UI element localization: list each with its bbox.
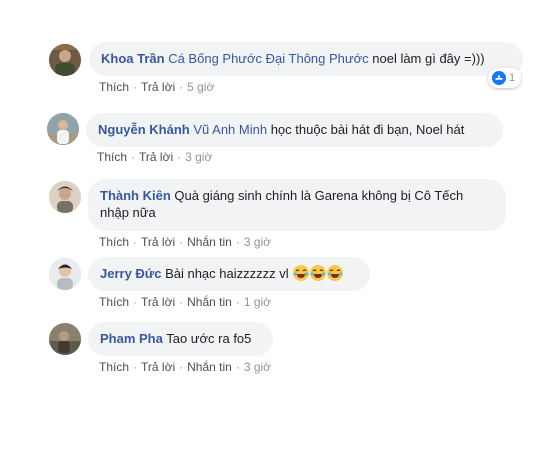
comment-actions: Thích · Trả lời · Nhắn tin · 3 giờ: [99, 235, 271, 249]
separator-dot: ·: [133, 295, 138, 309]
separator-dot: ·: [133, 235, 138, 249]
avatar[interactable]: [49, 323, 81, 355]
comment-time[interactable]: 3 giờ: [244, 360, 271, 374]
separator-dot: ·: [235, 235, 240, 249]
comment-text: Tao ước ra fo5: [162, 331, 252, 346]
comment-time[interactable]: 3 giờ: [185, 150, 212, 164]
comment-bubble: Thành Kiên Quà giáng sinh chính là Garen…: [88, 179, 506, 231]
like-link[interactable]: Thích: [99, 80, 129, 94]
reply-link[interactable]: Trả lời: [141, 80, 175, 94]
reply-link[interactable]: Trả lời: [141, 235, 175, 249]
comment-text: noel làm gì đây =))): [368, 51, 485, 66]
separator-dot: ·: [133, 360, 138, 374]
comment-text: học thuộc bài hát đi bạn, Noel hát: [267, 122, 465, 137]
comment-bubble: Khoa Trần Cá Bống Phước Đại Thông Phước …: [89, 42, 523, 76]
message-link[interactable]: Nhắn tin: [187, 235, 232, 249]
reply-link[interactable]: Trả lời: [141, 295, 175, 309]
message-link[interactable]: Nhắn tin: [187, 360, 232, 374]
comment-time[interactable]: 3 giờ: [244, 235, 271, 249]
like-link[interactable]: Thích: [99, 235, 129, 249]
comment-time[interactable]: 5 giờ: [187, 80, 214, 94]
comment-bubble: Nguyễn Khánh Vũ Anh Minh học thuộc bài h…: [86, 113, 503, 147]
comment-text: Bài nhạc haizzzzzz vl: [161, 266, 289, 281]
comment-author[interactable]: Khoa Trần: [101, 51, 165, 66]
mention-tag[interactable]: Vũ Anh Minh: [193, 122, 267, 137]
comment-time[interactable]: 1 giờ: [244, 295, 271, 309]
like-link[interactable]: Thích: [97, 150, 127, 164]
reaction-badge[interactable]: 1: [488, 68, 522, 88]
comment-author[interactable]: Jerry Đức: [100, 266, 161, 281]
like-link[interactable]: Thích: [99, 295, 129, 309]
laughing-emoji: [309, 265, 327, 281]
comment-actions: Thích · Trả lời · 3 giờ: [97, 150, 212, 164]
separator-dot: ·: [179, 295, 184, 309]
avatar[interactable]: [47, 113, 79, 145]
avatar[interactable]: [49, 181, 81, 213]
comment-actions: Thích · Trả lời · Nhắn tin · 3 giờ: [99, 360, 271, 374]
reply-link[interactable]: Trả lời: [141, 360, 175, 374]
comment-bubble: Pham Pha Tao ước ra fo5: [88, 322, 273, 356]
laughing-emoji: [326, 265, 344, 281]
message-link[interactable]: Nhắn tin: [187, 295, 232, 309]
reaction-count: 1: [509, 72, 516, 84]
comment-author[interactable]: Pham Pha: [100, 331, 163, 346]
comment-actions: Thích · Trả lời · Nhắn tin · 1 giờ: [99, 295, 271, 309]
like-link[interactable]: Thích: [99, 360, 129, 374]
mention-tag[interactable]: Cá Bống Phước Đại Thông Phước: [168, 51, 368, 66]
separator-dot: ·: [235, 295, 240, 309]
reply-link[interactable]: Trả lời: [139, 150, 173, 164]
separator-dot: ·: [131, 150, 136, 164]
separator-dot: ·: [235, 360, 240, 374]
separator-dot: ·: [179, 360, 184, 374]
comment-actions: Thích · Trả lời · 5 giờ: [99, 80, 214, 94]
comment-author[interactable]: Thành Kiên: [100, 188, 171, 203]
separator-dot: ·: [179, 235, 184, 249]
comment-bubble: Jerry Đức Bài nhạc haizzzzzz vl: [88, 257, 370, 291]
avatar[interactable]: [49, 44, 81, 76]
comment-author[interactable]: Nguyễn Khánh: [98, 122, 190, 137]
haha-icon: [491, 71, 506, 85]
separator-dot: ·: [177, 150, 182, 164]
avatar[interactable]: [49, 258, 81, 290]
laughing-emoji: [292, 265, 310, 281]
separator-dot: ·: [133, 80, 138, 94]
separator-dot: ·: [179, 80, 184, 94]
